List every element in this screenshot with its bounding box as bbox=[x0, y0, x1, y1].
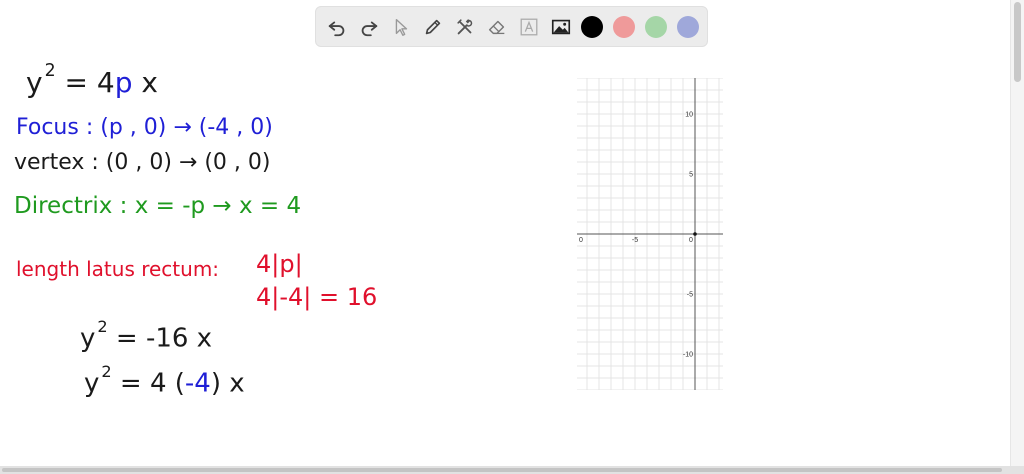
horizontal-scrollbar[interactable] bbox=[0, 466, 1024, 474]
eq-y: y bbox=[26, 66, 43, 99]
eq3-suffix: ) x bbox=[210, 368, 245, 399]
tick-labels: 0 -5 0 10 5 -5 -10 bbox=[579, 112, 693, 359]
latus-rectum-formula: 4|p| bbox=[256, 250, 303, 278]
eq-p: p bbox=[114, 66, 133, 99]
eraser-icon[interactable] bbox=[484, 14, 510, 40]
green-color-swatch[interactable] bbox=[645, 16, 667, 38]
tools-icon[interactable] bbox=[452, 14, 478, 40]
black-color-swatch[interactable] bbox=[581, 16, 603, 38]
equation-substituted: y2 = -16 x bbox=[80, 317, 213, 354]
undo-icon[interactable] bbox=[324, 14, 350, 40]
text-icon[interactable] bbox=[516, 14, 542, 40]
vertical-scroll-thumb[interactable] bbox=[1014, 2, 1021, 82]
eq3-p-value: -4 bbox=[184, 368, 211, 399]
directrix-line: Directrix : x = -p → x = 4 bbox=[14, 193, 302, 219]
x-tick-label: 0 bbox=[689, 237, 693, 244]
eq-exponent: 2 bbox=[44, 61, 56, 82]
origin-point bbox=[693, 232, 697, 236]
equation-standard-form: y2 = 4 (-4) x bbox=[84, 362, 245, 399]
focus-line: Focus : (p , 0) → (-4 , 0) bbox=[16, 115, 273, 140]
eq3-exponent: 2 bbox=[101, 362, 112, 382]
pen-icon[interactable] bbox=[420, 14, 446, 40]
y-tick-label: 10 bbox=[685, 112, 693, 119]
red-color-swatch[interactable] bbox=[613, 16, 635, 38]
redo-icon[interactable] bbox=[356, 14, 382, 40]
image-icon[interactable] bbox=[548, 14, 574, 40]
x-tick-label: 0 bbox=[579, 237, 583, 244]
select-icon[interactable] bbox=[388, 14, 414, 40]
eq2-exponent: 2 bbox=[97, 317, 108, 337]
latus-rectum-value: 4|-4| = 16 bbox=[256, 283, 378, 311]
eq-x: x bbox=[132, 66, 158, 99]
eq3-prefix: = 4 ( bbox=[119, 368, 185, 399]
y-tick-label: -10 bbox=[683, 352, 693, 359]
blue-color-swatch[interactable] bbox=[677, 16, 699, 38]
vertical-scrollbar[interactable] bbox=[1010, 0, 1024, 466]
drawing-toolbar bbox=[315, 6, 708, 47]
eq-equals: = 4 bbox=[64, 66, 115, 99]
eq2-y: y bbox=[80, 323, 96, 354]
parabola-equation: y2 = 4p x bbox=[26, 61, 158, 99]
y-tick-label: 5 bbox=[689, 172, 693, 179]
eq3-y: y bbox=[84, 368, 100, 399]
y-tick-label: -5 bbox=[687, 292, 693, 299]
eq2-rest: = -16 x bbox=[115, 323, 213, 354]
x-tick-label: -5 bbox=[632, 237, 638, 244]
horizontal-scroll-thumb[interactable] bbox=[2, 468, 1002, 472]
vertex-line: vertex : (0 , 0) → (0 , 0) bbox=[14, 150, 271, 175]
coordinate-grid: 0 -5 0 10 5 -5 -10 bbox=[577, 78, 723, 390]
latus-rectum-label: length latus rectum: bbox=[16, 257, 220, 281]
